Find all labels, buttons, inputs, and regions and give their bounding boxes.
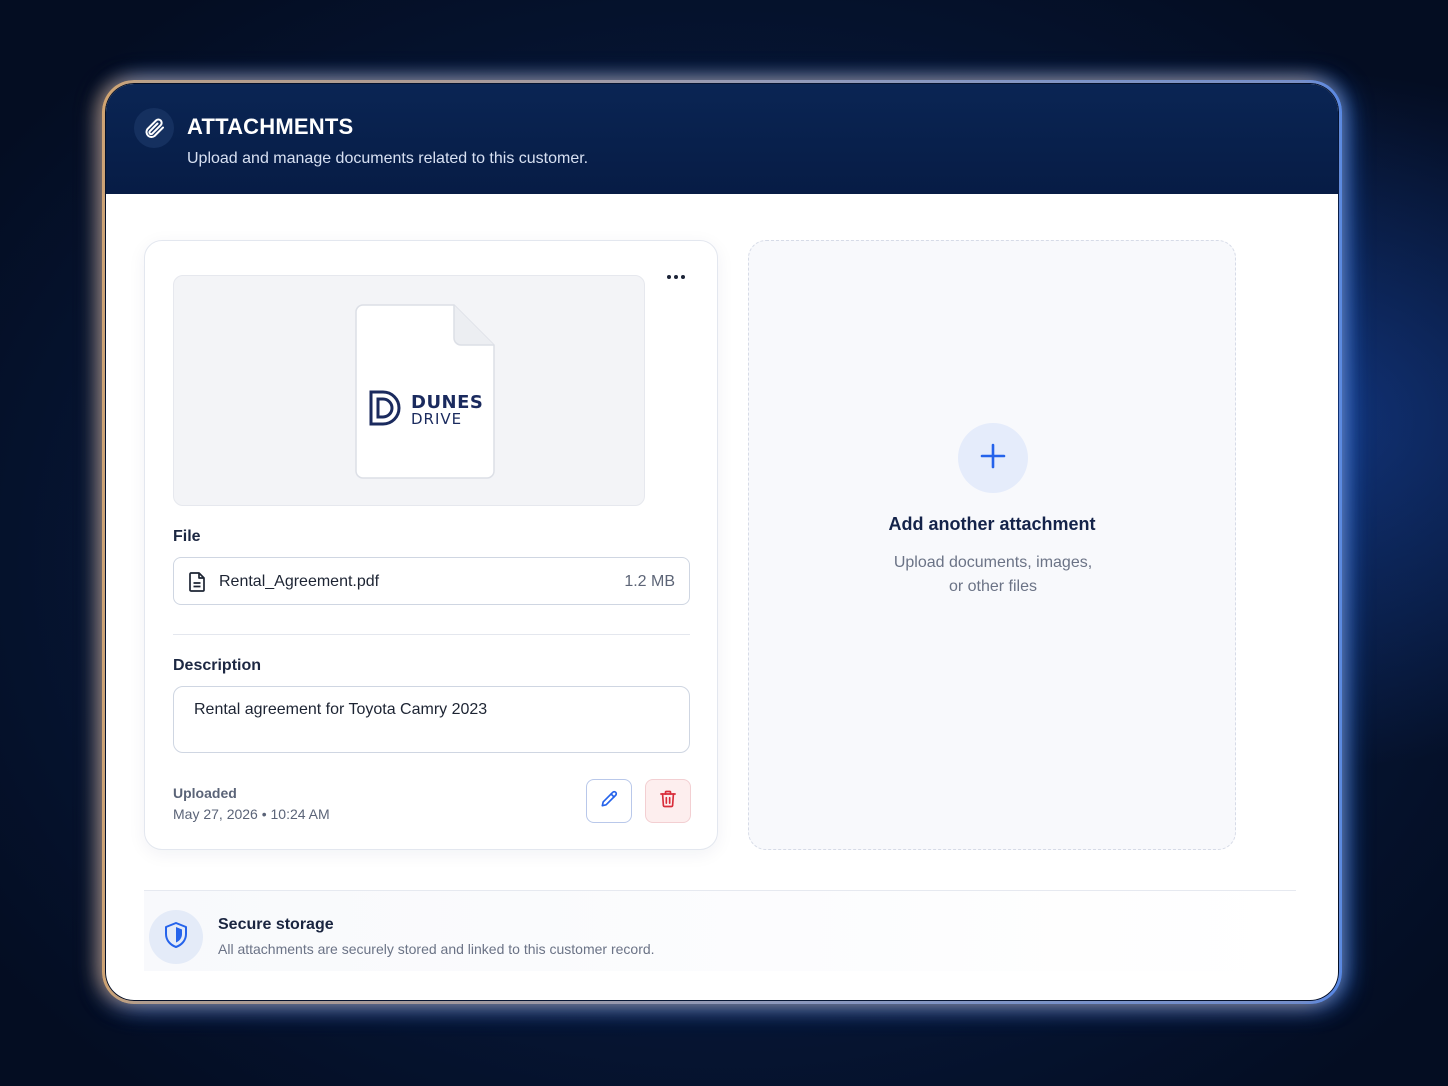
description-label: Description: [173, 657, 262, 674]
divider: [173, 634, 690, 635]
secure-storage-title: Secure storage: [218, 916, 334, 933]
page-title: ATTACHMENTS: [187, 114, 354, 139]
add-attachment-button[interactable]: [958, 423, 1028, 493]
pencil-icon: [599, 789, 619, 814]
edit-button[interactable]: [586, 779, 632, 823]
file-label: File: [173, 528, 201, 545]
plus-icon: [979, 442, 1007, 475]
paperclip-icon: [134, 108, 174, 148]
add-attachment-subtitle-line2: or other files: [948, 578, 1038, 595]
panel-header: ATTACHMENTS Upload and manage documents …: [106, 84, 1338, 194]
add-attachment-subtitle: Upload documents, images, or other files: [873, 551, 1113, 599]
delete-button[interactable]: [645, 779, 691, 823]
logo-text-line2: DRIVE: [411, 410, 463, 428]
file-icon: [188, 572, 206, 597]
more-horizontal-icon: [667, 275, 671, 279]
secure-storage-badge: [149, 910, 203, 964]
secure-storage-subtitle: All attachments are securely stored and …: [218, 941, 655, 957]
dunes-drive-logo: [369, 390, 403, 431]
add-attachment-dropzone[interactable]: Add another attachment Upload documents,…: [748, 240, 1236, 850]
page-subtitle: Upload and manage documents related to t…: [187, 150, 589, 167]
trash-icon: [658, 789, 678, 814]
file-size: 1.2 MB: [624, 573, 675, 590]
document-icon: DUNES DRIVE: [355, 304, 495, 479]
add-attachment-title: Add another attachment: [888, 514, 1096, 534]
file-field[interactable]: Rental_Agreement.pdf 1.2 MB: [173, 557, 690, 605]
file-preview[interactable]: DUNES DRIVE: [173, 275, 645, 506]
attachment-card: DUNES DRIVE File Rental_Agreement.pdf 1.…: [144, 240, 718, 850]
add-attachment-subtitle-line1: Upload documents, images,: [893, 554, 1093, 571]
description-field[interactable]: Rental agreement for Toyota Camry 2023: [173, 686, 690, 753]
more-options-button[interactable]: [661, 265, 691, 289]
file-name: Rental_Agreement.pdf: [219, 573, 380, 590]
attachments-panel: ATTACHMENTS Upload and manage documents …: [104, 82, 1340, 1002]
shield-icon: [163, 921, 189, 954]
uploaded-date: May 27, 2026 • 10:24 AM: [173, 806, 330, 822]
footer-divider: [144, 890, 1296, 891]
uploaded-label: Uploaded: [173, 785, 237, 801]
